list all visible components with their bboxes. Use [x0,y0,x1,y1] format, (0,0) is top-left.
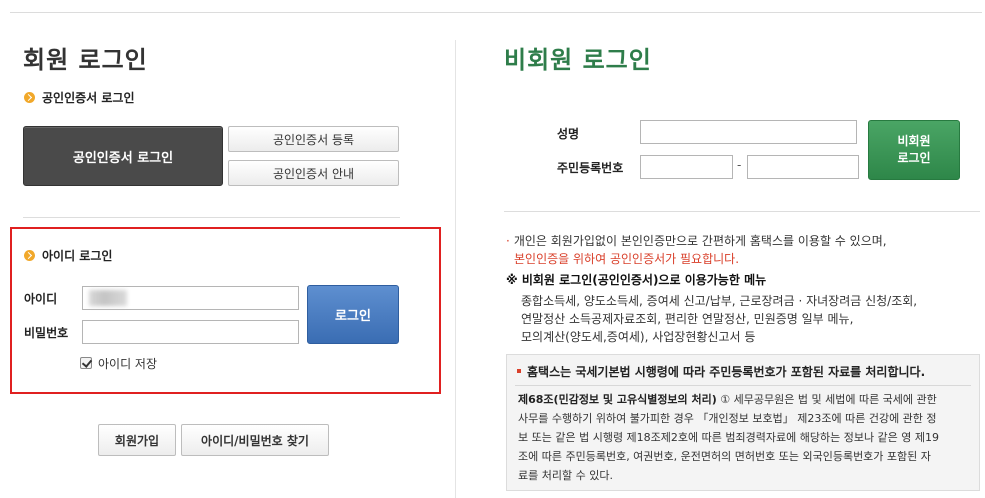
section-divider [23,217,400,218]
privacy-notice-title-text: 홈택스는 국세기본법 시행령에 따라 주민등록번호가 포함된 자료를 처리합니다… [527,365,926,379]
guest-login-title: 비회원 로그인 [504,46,652,74]
guest-divider [504,211,980,212]
id-login-heading-text: 아이디 로그인 [42,249,113,263]
arrow-bullet-icon [24,250,35,261]
name-label: 성명 [557,127,580,141]
save-id-checkbox[interactable] [80,357,92,369]
privacy-notice-box: 홈택스는 국세기본법 시행령에 따라 주민등록번호가 포함된 자료를 처리합니다… [506,354,980,491]
login-button[interactable]: 로그인 [307,285,399,344]
password-label: 비밀번호 [24,326,69,340]
notice-line-text: ① 세무공무원은 법 및 세법에 따른 국세에 관한 [720,393,937,406]
id-input[interactable] [82,286,299,310]
id-label: 아이디 [24,292,58,306]
top-divider [10,12,982,13]
notice-line: 사무를 수행하기 위하여 불가피한 경우 「개인정보 보호법」 제23조에 따른… [518,412,937,425]
available-menu-line: 모의계산(양도세,증여세), 사업장현황신고서 등 [521,330,756,344]
red-square-icon [517,369,521,373]
save-id-label[interactable]: 아이디 저장 [98,355,157,372]
rrn-separator: - [737,158,742,172]
guest-login-button[interactable]: 비회원 로그인 [868,120,960,180]
column-divider [455,40,456,498]
password-input[interactable] [82,320,299,344]
notice-divider [515,385,971,386]
id-login-heading: 아이디 로그인 [24,247,112,264]
privacy-notice-title: 홈택스는 국세기본법 시행령에 따라 주민등록번호가 포함된 자료를 처리합니다… [517,363,925,380]
guest-info-line2: 본인인증을 위하여 공인인증서가 필요합니다. [514,252,740,266]
arrow-bullet-icon [24,92,35,103]
rrn-front-input[interactable] [640,155,733,179]
guest-info-text1: 개인은 회원가입없이 본인인증만으로 간편하게 홈택스를 이용할 수 있으며, [513,234,887,248]
blurred-id-value [89,290,127,306]
rrn-back-input[interactable] [747,155,859,179]
red-bullet-icon: · [506,234,510,248]
cert-guide-button[interactable]: 공인인증서 안내 [228,160,399,186]
notice-line: 보 또는 같은 법 시행령 제18조제2호에 따른 범죄경력자료에 해당하는 정… [518,431,940,444]
available-menu-line: 연말정산 소득공제자료조회, 편리한 연말정산, 민원증명 일부 메뉴, [521,312,854,326]
join-button[interactable]: 회원가입 [98,424,176,456]
rrn-label: 주민등록번호 [557,161,624,175]
find-id-password-button[interactable]: 아이디/비밀번호 찾기 [181,424,329,456]
name-input[interactable] [640,120,857,144]
available-menu-title: ※ 비회원 로그인(공인인증서)으로 이용가능한 메뉴 [506,273,767,287]
cert-register-button[interactable]: 공인인증서 등록 [228,126,399,152]
available-menu-line: 종합소득세, 양도소득세, 증여세 신고/납부, 근로장려금 · 자녀장려금 신… [521,294,918,308]
member-login-title: 회원 로그인 [23,46,148,74]
notice-article: 제68조(민감정보 및 고유식별정보의 처리) [518,393,717,406]
guest-login-button-line1: 비회원 [897,134,931,148]
notice-line: 제68조(민감정보 및 고유식별정보의 처리) ① 세무공무원은 법 및 세법에… [518,391,937,407]
cert-login-button[interactable]: 공인인증서 로그인 [23,126,223,186]
notice-line: 료를 처리할 수 있다. [518,469,613,482]
cert-login-heading: 공인인증서 로그인 [24,89,135,106]
guest-info-line1: · 개인은 회원가입없이 본인인증만으로 간편하게 홈택스를 이용할 수 있으며, [506,232,887,250]
cert-login-heading-text: 공인인증서 로그인 [42,91,135,105]
guest-login-button-line2: 로그인 [897,151,931,165]
notice-line: 조에 따른 주민등록번호, 여권번호, 운전면허의 면허번호 또는 외국인등록번… [518,450,931,463]
